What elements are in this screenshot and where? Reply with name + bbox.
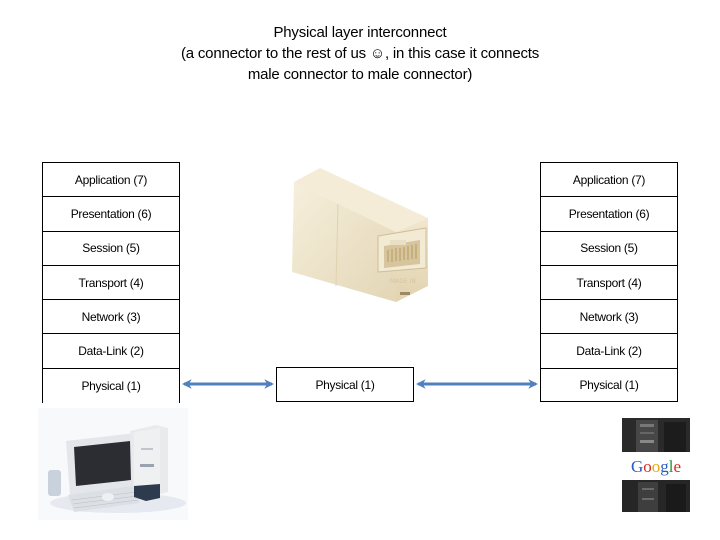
title-line-2: (a connector to the rest of us ☺, in thi… (180, 45, 540, 62)
right-layer-transport: Transport (4) (540, 264, 678, 300)
right-layer-presentation: Presentation (6) (540, 196, 678, 231)
center-physical-box: Physical (1) (276, 367, 414, 402)
right-layer-network: Network (3) (540, 299, 678, 334)
left-layer-physical: Physical (1) (42, 367, 180, 403)
title-line-1: Physical layer interconnect (273, 24, 447, 41)
left-layer-network: Network (3) (42, 299, 180, 334)
right-osi-stack: Application (7) Presentation (6) Session… (540, 162, 678, 403)
desktop-computer-image (38, 408, 188, 520)
google-servers-image: Google (622, 418, 690, 512)
svg-text:MADE IN: MADE IN (390, 278, 416, 285)
right-layer-session: Session (5) (540, 230, 678, 265)
google-logo-text: Google (631, 457, 681, 476)
title-line-3: male connector to male connector) (247, 66, 473, 83)
left-layer-presentation: Presentation (6) (42, 196, 180, 231)
left-osi-stack: Application (7) Presentation (6) Session… (42, 162, 180, 403)
left-layer-session: Session (5) (42, 230, 180, 265)
slide-title: Physical layer interconnect (a connector… (0, 22, 720, 85)
right-layer-data-link: Data-Link (2) (540, 333, 678, 368)
right-layer-physical: Physical (1) (540, 367, 678, 403)
right-layer-application: Application (7) (540, 162, 678, 197)
left-layer-transport: Transport (4) (42, 264, 180, 300)
left-layer-data-link: Data-Link (2) (42, 333, 180, 368)
left-layer-application: Application (7) (42, 162, 180, 197)
rj45-coupler-image: MADE IN (292, 168, 428, 302)
